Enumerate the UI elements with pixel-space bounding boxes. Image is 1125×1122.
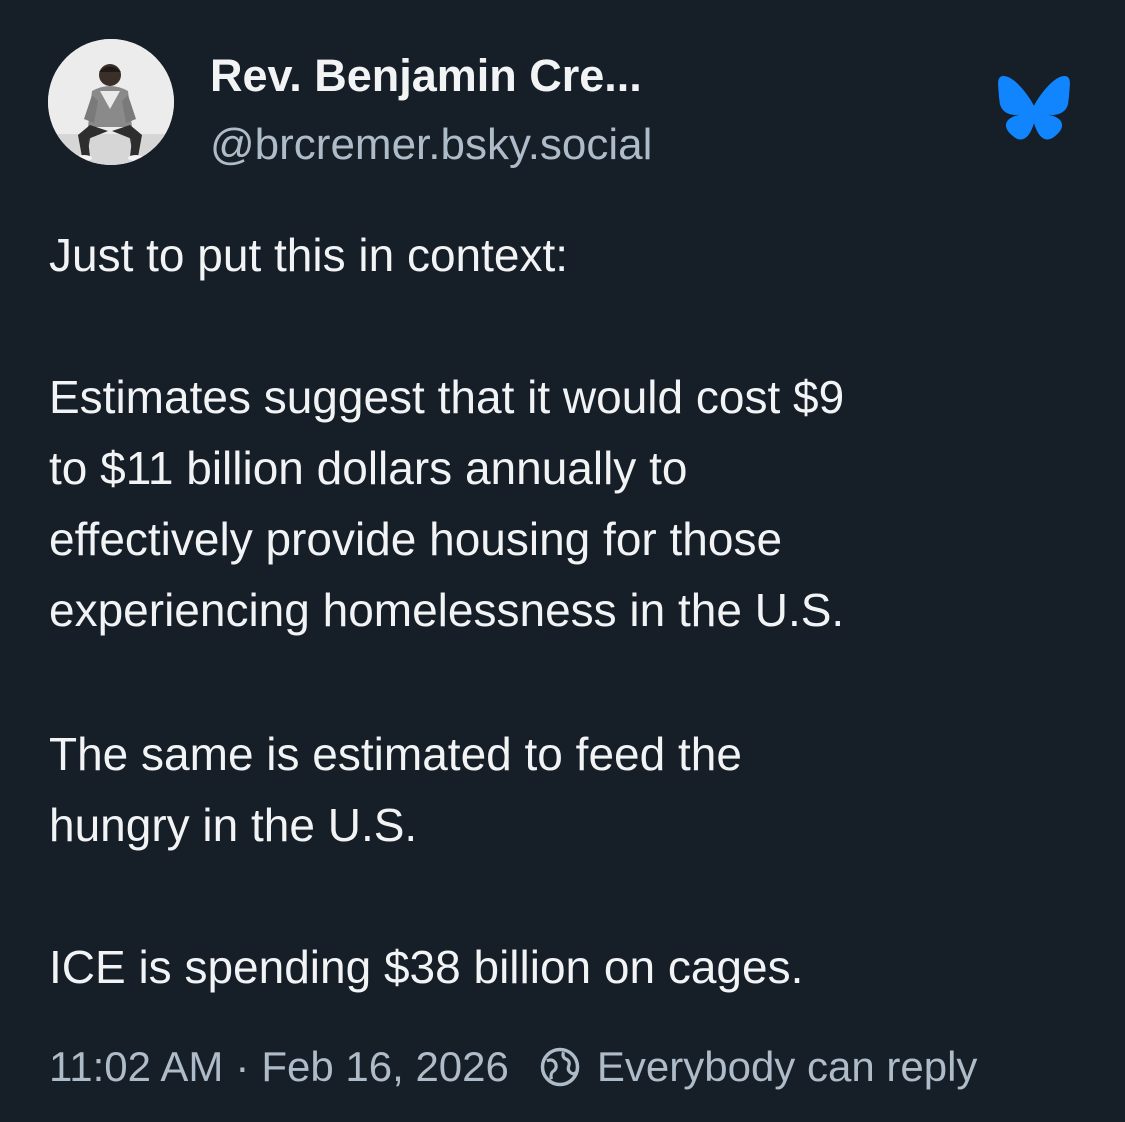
post-text-line: Just to put this in context: [49,229,569,281]
post-card: Rev. Benjamin Cre... @brcremer.bsky.soci… [0,0,1125,1122]
post-text-line: to $11 billion dollars annually to [49,442,688,494]
author-handle[interactable]: @brcremer.bsky.social [210,118,652,172]
post-date[interactable]: Feb 16, 2026 [261,1043,509,1091]
globe-icon [540,1047,580,1087]
post-time[interactable]: 11:02 AM [49,1043,223,1091]
post-text-line: ICE is spending $38 billion on cages. [49,941,804,993]
author-display-name[interactable]: Rev. Benjamin Cre... [210,48,642,104]
avatar[interactable] [48,39,174,165]
reply-setting[interactable]: Everybody can reply [597,1043,978,1091]
post-meta: 11:02 AM · Feb 16, 2026 Everybody can re… [49,1036,977,1098]
post-text-line: hungry in the U.S. [49,799,418,851]
meta-separator: · [235,1043,250,1090]
avatar-photo [48,39,174,165]
bluesky-butterfly-icon [998,76,1070,140]
post-text-line: experiencing homelessness in the U.S. [49,584,845,636]
post-text-line: Estimates suggest that it would cost $9 [49,371,845,423]
post-text-line: effectively provide housing for those [49,513,783,565]
post-text-line: The same is estimated to feed the [49,728,742,780]
